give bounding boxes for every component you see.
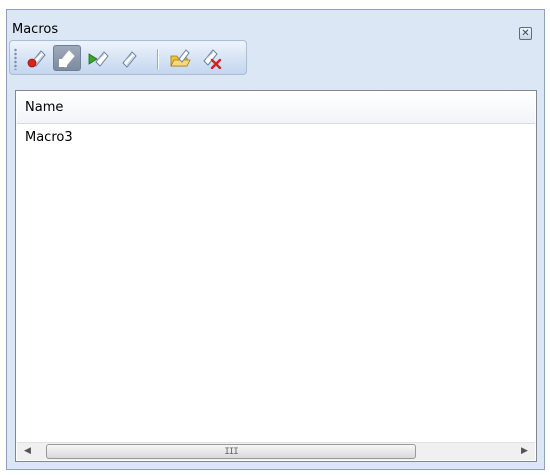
delete-macro-icon: [203, 49, 222, 69]
horizontal-scrollbar[interactable]: ◀ III ▶: [17, 442, 535, 460]
scrollbar-thumb[interactable]: III: [46, 444, 416, 459]
stop-recording-button[interactable]: [53, 45, 81, 71]
column-header-name[interactable]: Name: [17, 92, 535, 124]
list-item[interactable]: Macro3: [17, 124, 535, 150]
panel-title: Macros: [12, 22, 59, 37]
macro-list[interactable]: Name Macro3 ◀ III ▶: [15, 90, 537, 462]
scroll-right-arrow-icon[interactable]: ▶: [516, 443, 533, 460]
macro-options-icon: [122, 51, 137, 68]
scroll-left-arrow-icon[interactable]: ◀: [19, 443, 36, 460]
close-button[interactable]: ✕: [519, 27, 532, 40]
close-icon: ✕: [521, 28, 530, 39]
record-macro-icon: [27, 50, 46, 68]
toolbar-grip-icon[interactable]: [14, 48, 17, 70]
record-macro-button[interactable]: [23, 45, 51, 71]
thumb-grip-icon: III: [224, 447, 238, 457]
delete-macro-button[interactable]: [197, 45, 225, 71]
stop-recording-icon: [59, 50, 75, 68]
list-item-name: Macro3: [25, 130, 73, 145]
column-header-label: Name: [25, 100, 64, 115]
toolbar-separator: [157, 49, 159, 69]
load-macro-button[interactable]: [166, 45, 194, 71]
macro-options-button[interactable]: [115, 45, 143, 71]
run-macro-icon: [88, 51, 109, 67]
run-macro-button[interactable]: [84, 45, 112, 71]
load-macro-icon: [170, 49, 191, 67]
